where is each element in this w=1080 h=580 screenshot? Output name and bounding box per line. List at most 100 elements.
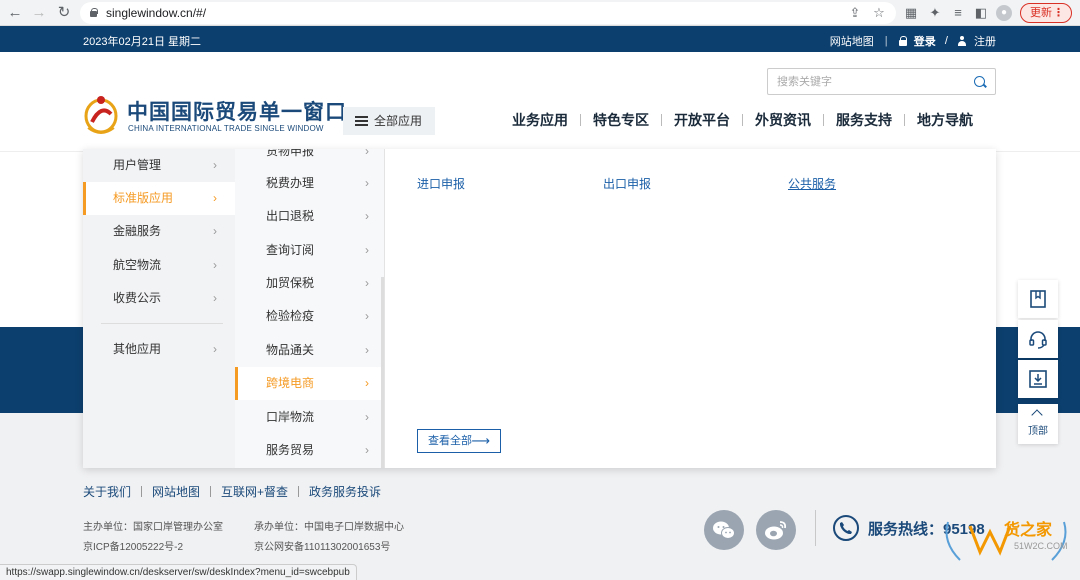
footer-link-sitemap[interactable]: 网站地图 <box>152 485 200 499</box>
headset-icon <box>1029 331 1047 349</box>
bookmark-star-icon[interactable]: ☆ <box>870 4 888 22</box>
nav-service-support[interactable]: 服务支持 <box>836 110 892 130</box>
category-column: 用户管理 › 标准版应用 › 金融服务 › 航空物流 › 收费公示 › 其他应用 › <box>83 149 235 468</box>
subcategory-goods-declaration[interactable]: 货物申报 › <box>235 149 384 168</box>
chevron-right-icon: › <box>365 209 369 223</box>
search-box <box>767 68 996 95</box>
logo-title[interactable]: 中国国际贸易单一窗口 <box>127 96 347 126</box>
divider <box>815 510 816 546</box>
subcategory-query-subscribe[interactable]: 查询订阅 › <box>235 234 384 267</box>
subcategory-column: 货物申报 › 税费办理 › 出口退税 › 查询订阅 › 加贸保税 › 检验检疫 › 物品通关… <box>235 149 385 468</box>
divider <box>904 114 905 126</box>
footer-link-complaint[interactable]: 政务服务投诉 <box>309 485 381 499</box>
sitemap-link[interactable]: 网站地图 <box>830 33 874 49</box>
login-link[interactable]: 登录 <box>914 33 936 49</box>
qr-icon[interactable]: ▦ <box>902 4 920 22</box>
nav-special-zone[interactable]: 特色专区 <box>593 110 649 130</box>
category-other-apps[interactable]: 其他应用 › <box>83 333 235 366</box>
nav-business-apps[interactable]: 业务应用 <box>512 110 568 130</box>
divider <box>661 114 662 126</box>
slash-divider: / <box>944 35 948 47</box>
menu-icon <box>355 116 368 126</box>
more-icon: ⋮ <box>1053 7 1064 19</box>
footer-link-supervision[interactable]: 互联网+督查 <box>221 485 288 499</box>
category-financial-services[interactable]: 金融服务 › <box>83 215 235 248</box>
float-guide-button[interactable] <box>1018 280 1058 318</box>
main-nav: 业务应用 特色专区 开放平台 外贸资讯 服务支持 地方导航 <box>512 110 973 130</box>
address-bar[interactable]: singlewindow.cn/#/ ⇪ ☆ <box>80 2 896 24</box>
back-to-top-label: 顶部 <box>1028 426 1048 437</box>
current-date: 2023年02月21日 星期二 <box>83 36 201 48</box>
address-url[interactable]: singlewindow.cn/#/ <box>106 6 206 20</box>
all-apps-button[interactable]: 全部应用 <box>343 107 435 135</box>
update-button[interactable]: 更新 ⋮ <box>1020 3 1072 23</box>
logo-emblem-icon[interactable] <box>84 92 118 136</box>
watermark-text: 货之家 <box>1004 522 1053 539</box>
footer-organizer: 承办单位：中国电子口岸数据中心 <box>254 522 404 533</box>
search-input[interactable] <box>777 74 957 90</box>
footer-host: 主办单位：国家口岸管理办公室 <box>83 522 223 533</box>
divider <box>298 486 300 497</box>
footer-links: 关于我们 网站地图 互联网+督查 政务服务投诉 <box>83 483 381 500</box>
category-standard-apps[interactable]: 标准版应用 › <box>83 182 235 215</box>
profile-icon[interactable]: ● <box>996 5 1012 21</box>
chevron-right-icon: › <box>213 258 217 272</box>
chevron-right-icon: › <box>365 243 369 257</box>
app-links-panel: 进口申报 出口申报 公共服务 查看全部 ⟶ <box>386 149 996 468</box>
browser-toolbar: ← → ↻ singlewindow.cn/#/ ⇪ ☆ ▦ ✦ ≡ ◧ ● 更… <box>0 0 1080 26</box>
subcategory-processing-trade[interactable]: 加贸保税 › <box>235 267 384 300</box>
divider: | <box>884 35 888 47</box>
divider <box>210 486 212 497</box>
extensions-icon[interactable]: ✦ <box>926 4 944 22</box>
subcategory-service-trade[interactable]: 服务贸易 › <box>235 434 384 467</box>
wechat-icon[interactable] <box>704 510 744 550</box>
footer-link-about[interactable]: 关于我们 <box>83 485 131 499</box>
share-icon[interactable]: ⇪ <box>846 4 864 22</box>
search-icon[interactable] <box>974 76 985 87</box>
category-fee-disclosure[interactable]: 收费公示 › <box>83 282 235 315</box>
divider <box>101 323 223 324</box>
chevron-right-icon: › <box>365 443 369 457</box>
view-all-button[interactable]: 查看全部 ⟶ <box>417 429 501 453</box>
reload-icon[interactable]: ↻ <box>55 4 73 22</box>
chevron-right-icon: › <box>213 191 217 205</box>
divider <box>580 114 581 126</box>
arrow-right-icon: ⟶ <box>471 433 490 448</box>
logo-subtitle: CHINA INTERNATIONAL TRADE SINGLE WINDOW <box>128 124 324 133</box>
subcategory-cross-border-ecommerce[interactable]: 跨境电商 › <box>235 367 384 400</box>
lock-icon <box>898 36 908 46</box>
back-to-top-button[interactable]: 顶部 <box>1018 404 1058 444</box>
chevron-right-icon: › <box>365 343 369 357</box>
chevron-right-icon: › <box>213 158 217 172</box>
sidepanel-icon[interactable]: ◧ <box>972 4 990 22</box>
media-icon[interactable]: ≡ <box>949 4 967 22</box>
category-air-logistics[interactable]: 航空物流 › <box>83 249 235 282</box>
link-export-declaration[interactable]: 出口申报 <box>603 175 651 192</box>
download-icon <box>1029 370 1047 388</box>
chevron-right-icon: › <box>365 276 369 290</box>
subcategory-tax-payment[interactable]: 税费办理 › <box>235 167 384 200</box>
float-download-button[interactable] <box>1018 360 1058 398</box>
subcategory-article-clearance[interactable]: 物品通关 › <box>235 334 384 367</box>
float-support-button[interactable] <box>1018 320 1058 358</box>
register-link[interactable]: 注册 <box>974 33 996 49</box>
chevron-up-icon <box>1031 409 1043 421</box>
footer-security-record[interactable]: 京公网安备11011302001653号 <box>254 538 390 553</box>
weibo-icon[interactable] <box>756 510 796 550</box>
nav-open-platform[interactable]: 开放平台 <box>674 110 730 130</box>
forward-icon[interactable]: → <box>30 4 48 22</box>
footer-icp[interactable]: 京ICP备12005222号-2 <box>83 538 183 553</box>
chevron-right-icon: › <box>213 224 217 238</box>
subcategory-export-rebate[interactable]: 出口退税 › <box>235 200 384 233</box>
nav-trade-news[interactable]: 外贸资讯 <box>755 110 811 130</box>
chevron-right-icon: › <box>213 342 217 356</box>
link-public-services[interactable]: 公共服务 <box>788 175 836 192</box>
lock-icon <box>90 8 98 17</box>
nav-local-navigation[interactable]: 地方导航 <box>917 110 973 130</box>
back-icon[interactable]: ← <box>6 4 24 22</box>
category-user-management[interactable]: 用户管理 › <box>83 149 235 182</box>
scrollbar[interactable] <box>381 277 384 468</box>
subcategory-inspection[interactable]: 检验检疫 › <box>235 300 384 333</box>
subcategory-port-logistics[interactable]: 口岸物流 › <box>235 401 384 434</box>
link-import-declaration[interactable]: 进口申报 <box>417 175 465 192</box>
